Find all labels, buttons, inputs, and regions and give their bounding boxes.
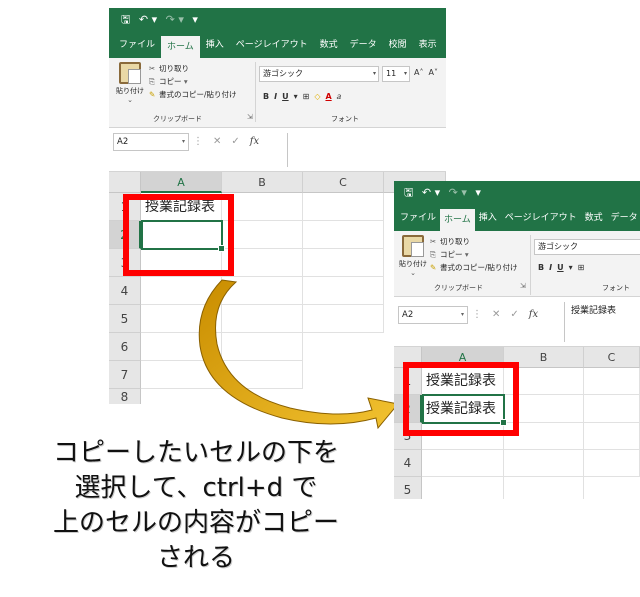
dialog-launcher-icon[interactable]: ⇲: [520, 282, 526, 290]
caption-line-2: 選択して、ctrl+d で: [74, 473, 318, 503]
tab-file[interactable]: ファイル: [396, 205, 440, 231]
chevron-down-icon: ⌄: [410, 269, 416, 277]
paste-button[interactable]: 貼り付け ⌄: [398, 235, 428, 277]
underline-icon[interactable]: U: [557, 263, 564, 272]
scissors-icon: ✂: [430, 237, 437, 246]
cell-c1[interactable]: [584, 368, 640, 395]
cell-a5[interactable]: [422, 477, 504, 499]
tab-insert[interactable]: 挿入: [475, 205, 501, 231]
tab-formulas[interactable]: 数式: [581, 205, 607, 231]
copy-button[interactable]: ⎘ コピー ▾: [430, 248, 518, 261]
caption-line-1: コピーしたいセルの下を: [52, 438, 339, 468]
clipboard-icon: [402, 235, 424, 257]
quick-access-toolbar: 🖫 ↶ ▾ ↷ ▾ ▾: [404, 185, 486, 201]
tab-data[interactable]: データ: [607, 205, 640, 231]
caption-line-3: 上のセルの内容がコピー: [52, 508, 339, 538]
row-header-5[interactable]: 5: [394, 477, 422, 499]
font-name-box[interactable]: 游ゴシック: [534, 239, 640, 255]
paste-label: 貼り付け: [399, 260, 427, 268]
bold-icon[interactable]: B: [538, 263, 544, 272]
copy-label: コピー: [440, 250, 463, 259]
tab-home[interactable]: ホーム: [440, 209, 475, 233]
customize-qat-icon[interactable]: ▾: [475, 185, 481, 201]
cell-c3[interactable]: [584, 423, 640, 450]
copy-icon: ⎘: [430, 250, 436, 259]
name-box[interactable]: A2 ▾: [398, 306, 468, 324]
cancel-icon[interactable]: ✕: [492, 306, 500, 324]
title-bar: 🖫 ↶ ▾ ↷ ▾ ▾: [394, 181, 640, 205]
redo-icon[interactable]: ↷ ▾: [449, 185, 467, 201]
enter-icon[interactable]: ✓: [510, 306, 518, 324]
cell-c2[interactable]: [584, 395, 640, 423]
border-icon[interactable]: ⊞: [578, 263, 585, 272]
font-format-buttons: B I U ▾ ⊞: [538, 263, 589, 272]
font-name-value: 游ゴシック: [538, 242, 578, 251]
brush-icon: ✎: [430, 263, 437, 272]
formula-input[interactable]: 授業記録表: [564, 302, 640, 342]
highlight-box-after: [403, 362, 519, 436]
clipboard-commands: ✂ 切り取り ⎘ コピー ▾ ✎ 書式のコピー/貼り付け: [430, 235, 518, 274]
undo-icon[interactable]: ↶ ▾: [422, 185, 440, 201]
insert-function-icon[interactable]: fx: [529, 306, 538, 324]
row-header-4[interactable]: 4: [394, 450, 422, 477]
excel-screenshot-after: 🖫 ↶ ▾ ↷ ▾ ▾ ファイル ホーム 挿入 ページレイアウト 数式 データ 貼り付け …: [394, 181, 640, 499]
tab-page-layout[interactable]: ページレイアウト: [501, 205, 581, 231]
ribbon-tabs: ファイル ホーム 挿入 ページレイアウト 数式 データ: [394, 205, 640, 233]
cell-b5[interactable]: [504, 477, 584, 499]
instruction-caption: コピーしたいセルの下を 選択して、ctrl+d で 上のセルの内容がコピー され…: [0, 436, 392, 576]
italic-icon[interactable]: I: [549, 263, 552, 272]
column-header-c[interactable]: C: [584, 347, 640, 368]
font-group-label: フォント: [602, 284, 630, 292]
ribbon-home: 貼り付け ⌄ ✂ 切り取り ⎘ コピー ▾ ✎ 書式のコピー/貼り付け クリップボード…: [394, 231, 640, 297]
format-painter-label: 書式のコピー/貼り付け: [440, 263, 518, 272]
save-icon[interactable]: 🖫: [404, 185, 413, 201]
more-icon: ⋮: [472, 309, 482, 320]
clipboard-group-label: クリップボード: [434, 284, 483, 292]
cell-b4[interactable]: [504, 450, 584, 477]
cell-c4[interactable]: [584, 450, 640, 477]
cut-label: 切り取り: [440, 237, 470, 246]
cut-button[interactable]: ✂ 切り取り: [430, 235, 518, 248]
chevron-down-icon[interactable]: ▾: [569, 263, 573, 272]
formula-bar: A2 ▾ ⋮ ✕ ✓ fx 授業記録表: [394, 297, 640, 347]
chevron-down-icon: ▾: [460, 311, 464, 318]
format-painter-button[interactable]: ✎ 書式のコピー/貼り付け: [430, 261, 518, 274]
caption-line-4: される: [156, 543, 235, 573]
group-separator: [530, 235, 531, 295]
formula-bar-icons: ⋮ ✕ ✓ fx: [472, 306, 548, 324]
name-box-value: A2: [402, 310, 414, 320]
cell-a4[interactable]: [422, 450, 504, 477]
